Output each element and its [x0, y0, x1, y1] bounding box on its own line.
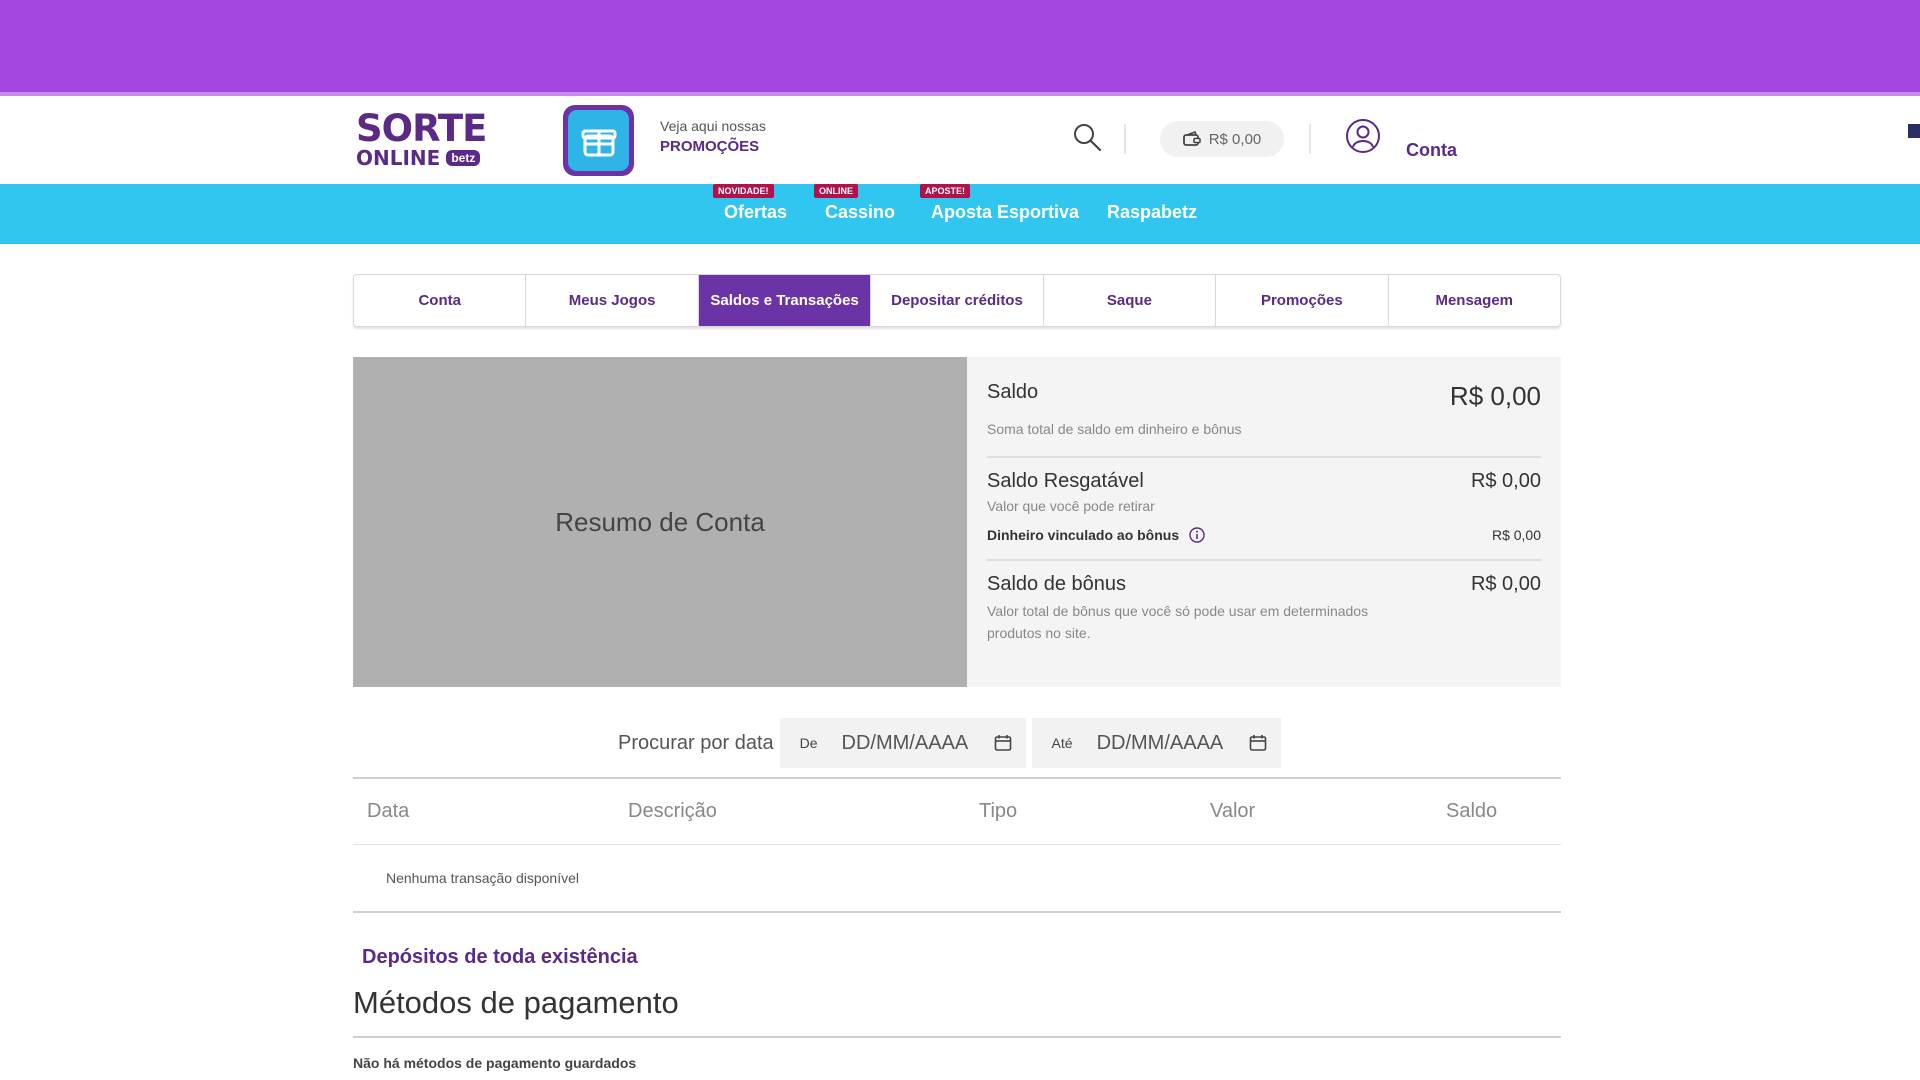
col-data: Data	[367, 800, 410, 822]
saldo-desc: Soma total de saldo em dinheiro e bônus	[987, 421, 1242, 437]
wallet-balance: R$ 0,00	[1208, 130, 1262, 148]
nav-item-aposta-esportiva[interactable]: Aposta Esportiva	[931, 202, 1079, 223]
nav-item-ofertas[interactable]: Ofertas	[724, 202, 787, 223]
payment-methods-divider	[353, 1036, 1561, 1038]
lifetime-deposits-link[interactable]: Depósitos de toda existência	[362, 946, 638, 969]
nav-item-cassino[interactable]: Cassino	[825, 202, 895, 223]
main-nav: NOVIDADE! Ofertas ONLINE Cassino APOSTE!…	[0, 184, 1920, 244]
nav-badge-online: ONLINE	[814, 184, 859, 198]
logo-line2: ONLINE	[356, 146, 441, 170]
balance-panel: Saldo R$ 0,00 Soma total de saldo em din…	[967, 357, 1561, 687]
top-banner	[0, 0, 1920, 92]
nav-item-raspabetz[interactable]: Raspabetz	[1107, 202, 1197, 223]
edge-marker	[1908, 124, 1920, 138]
balance-divider	[987, 456, 1541, 458]
promo-line1: Veja aqui nossas	[660, 118, 766, 134]
site-header: SORTE ONLINE betz Veja aqui nossas PROMO…	[0, 96, 1920, 184]
tab-mensagem[interactable]: Mensagem	[1389, 275, 1560, 326]
bonus-label: Saldo de bônus	[987, 573, 1127, 595]
vinculado-label: Dinheiro vinculado ao bônus	[987, 527, 1180, 543]
account-link[interactable]: Conta	[1406, 140, 1457, 161]
col-saldo: Saldo	[1446, 800, 1498, 822]
user-icon[interactable]	[1345, 118, 1381, 154]
bonus-value: R$ 0,00	[1470, 573, 1541, 595]
payment-methods-empty: Não há métodos de pagamento guardados	[353, 1055, 637, 1071]
summary-banner: Resumo de Conta	[353, 357, 967, 687]
date-search-label: Procurar por data	[618, 731, 774, 754]
date-from-prefix: De	[799, 735, 818, 751]
site-logo[interactable]: SORTE ONLINE betz	[356, 107, 512, 170]
summary-title: Resumo de Conta	[555, 506, 765, 537]
logo-badge: betz	[446, 150, 481, 166]
saldo-value: R$ 0,00	[1449, 381, 1541, 411]
date-to-input[interactable]	[1096, 731, 1227, 755]
tab-promocoes[interactable]: Promoções	[1216, 275, 1389, 326]
header-divider	[1124, 124, 1126, 154]
date-to-field: Até	[1031, 718, 1281, 768]
header-divider	[1309, 124, 1311, 154]
tab-meus-jogos[interactable]: Meus Jogos	[526, 275, 699, 326]
wallet-icon	[1182, 131, 1201, 146]
balance-divider	[987, 559, 1541, 561]
resgatavel-value: R$ 0,00	[1470, 470, 1541, 492]
resgatavel-label: Saldo Resgatável	[987, 470, 1144, 492]
tab-conta[interactable]: Conta	[354, 275, 527, 326]
vinculado-value: R$ 0,00	[1491, 527, 1541, 543]
tab-saque[interactable]: Saque	[1044, 275, 1217, 326]
nav-badge-novidade: NOVIDADE!	[713, 184, 774, 198]
col-tipo: Tipo	[979, 800, 1018, 822]
payment-methods-title: Métodos de pagamento	[353, 985, 679, 1020]
table-empty-row: Nenhuma transação disponível	[353, 845, 1561, 913]
wallet-balance-button[interactable]: R$ 0,00	[1160, 121, 1284, 157]
search-icon[interactable]	[1072, 122, 1102, 152]
transactions-table: Data Descrição Tipo Valor Saldo Nenhuma …	[353, 777, 1561, 913]
promotions-link[interactable]: Veja aqui nossas PROMOÇÕES	[660, 118, 766, 155]
tab-depositar-creditos[interactable]: Depositar créditos	[871, 275, 1044, 326]
date-from-field: De	[779, 718, 1026, 768]
account-tabs: Conta Meus Jogos Saldos e Transações Dep…	[353, 274, 1561, 327]
date-search: Procurar por data De Até	[618, 718, 1287, 768]
calendar-icon[interactable]	[1249, 734, 1267, 752]
col-descricao: Descrição	[628, 800, 717, 822]
resgatavel-desc: Valor que você pode retirar	[987, 498, 1155, 514]
logo-line1: SORTE	[356, 107, 487, 150]
info-icon[interactable]	[1189, 527, 1205, 543]
tab-saldos-transacoes[interactable]: Saldos e Transações	[698, 275, 872, 326]
promotions-gift-button[interactable]	[563, 105, 634, 176]
date-to-prefix: Até	[1051, 735, 1073, 751]
table-header: Data Descrição Tipo Valor Saldo	[353, 779, 1561, 845]
promo-line2: PROMOÇÕES	[660, 138, 760, 155]
calendar-icon[interactable]	[994, 734, 1012, 752]
nav-badge-aposte: APOSTE!	[920, 184, 971, 198]
gift-icon	[581, 129, 616, 156]
col-valor: Valor	[1210, 800, 1256, 822]
saldo-label: Saldo	[987, 381, 1039, 403]
bonus-desc: Valor total de bônus que você só pode us…	[987, 603, 1369, 641]
date-from-input[interactable]	[841, 731, 972, 755]
account-summary: Resumo de Conta Saldo R$ 0,00 Soma total…	[353, 357, 1561, 687]
